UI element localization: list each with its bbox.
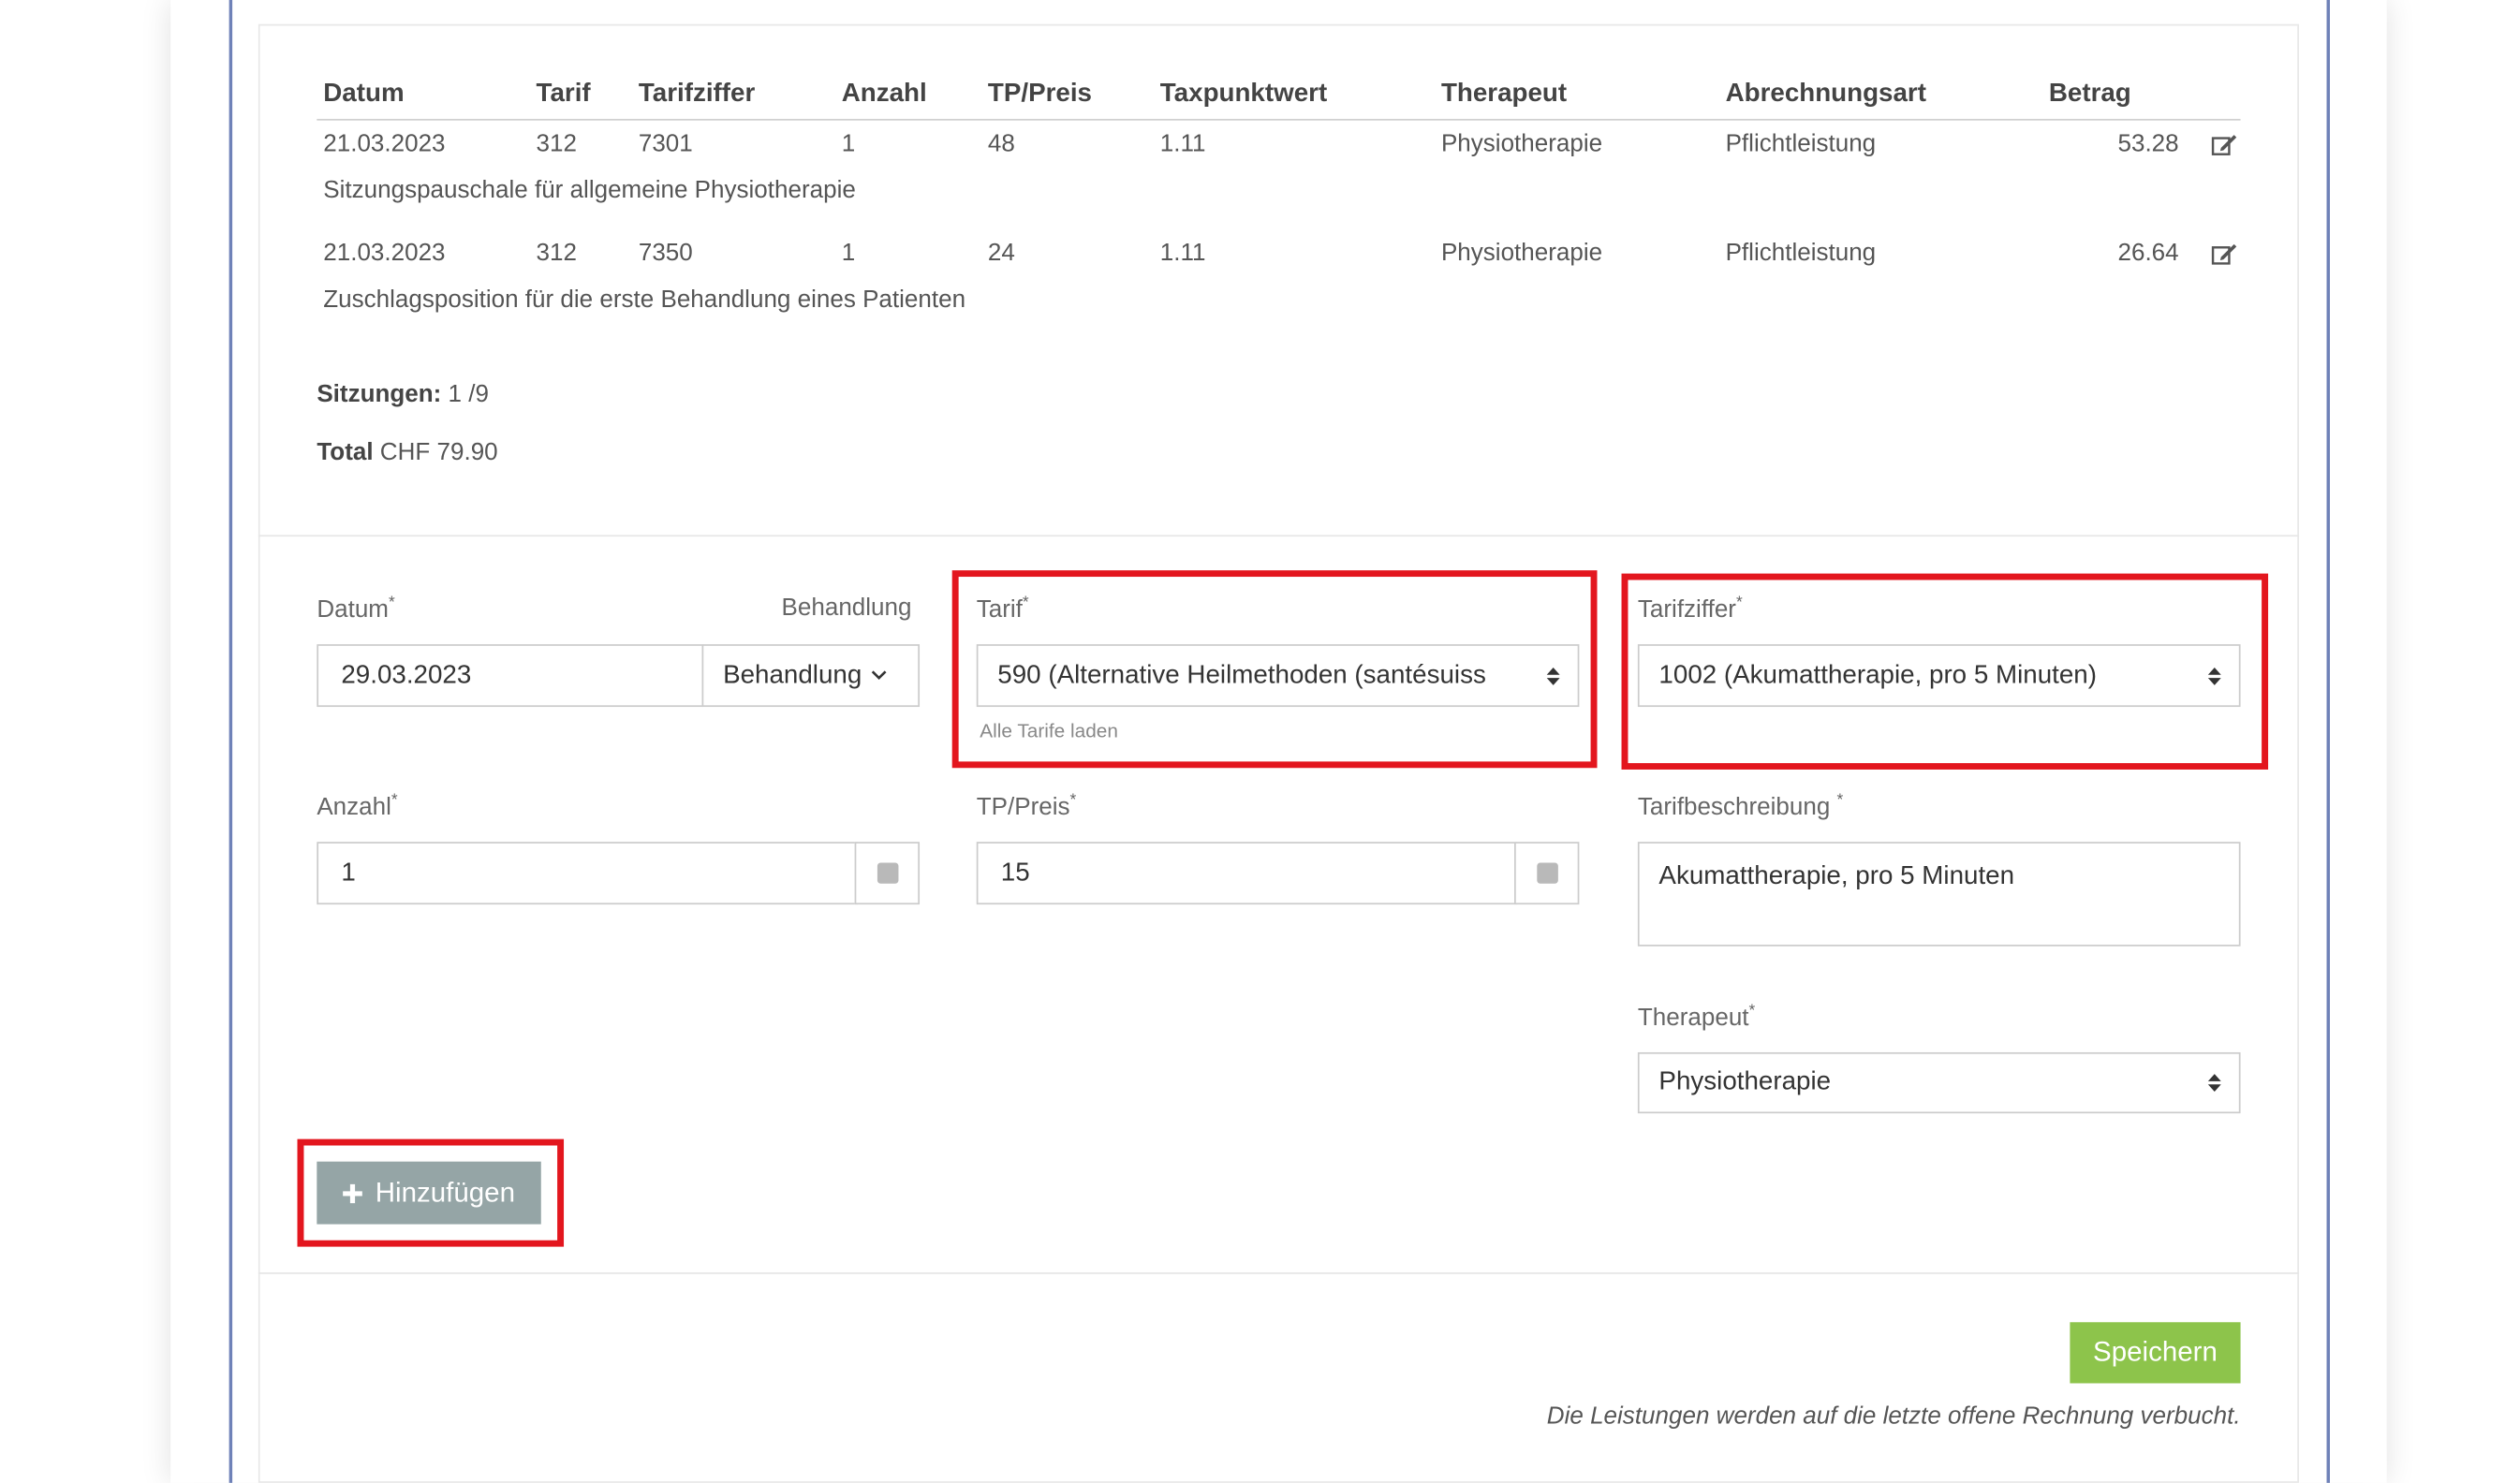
highlight-box-add-button xyxy=(297,1138,565,1247)
cell-taxpunktwert: 1.11 xyxy=(1159,129,1206,158)
cell-tp-preis: 24 xyxy=(987,239,1015,267)
square-icon xyxy=(877,862,898,884)
booking-note: Die Leistungen werden auf die letzte off… xyxy=(1546,1402,2241,1431)
tp-preis-input[interactable]: 15 xyxy=(976,842,1518,905)
cell-abrechnungsart: Pflichtleistung xyxy=(1725,129,1877,158)
datum-label: Datum* xyxy=(317,594,395,624)
screen: Datum Tarif Tarifziffer Anzahl TP/Preis … xyxy=(0,0,2520,1483)
highlight-box-tarifziffer xyxy=(1621,573,2269,770)
select-arrows-icon xyxy=(2207,1074,2221,1093)
therapeut-select[interactable]: Physiotherapie xyxy=(1637,1051,2241,1114)
cell-tarifziffer: 7301 xyxy=(638,129,693,158)
cell-betrag: 26.64 xyxy=(2117,239,2179,267)
tarifbeschreibung-textarea[interactable]: Akumattherapie, pro 5 Minuten xyxy=(1637,842,2241,947)
column-header-taxpunktwert: Taxpunktwert xyxy=(1159,80,1328,108)
cell-beschreibung: Sitzungspauschale für allgemeine Physiot… xyxy=(323,176,856,204)
behandlung-dropdown-label: Behandlung xyxy=(723,661,862,689)
datum-input[interactable]: 29.03.2023 xyxy=(317,644,704,708)
cell-betrag: 53.28 xyxy=(2117,129,2179,158)
cell-tarifziffer: 7350 xyxy=(638,239,693,267)
cell-therapeut: Physiotherapie xyxy=(1440,129,1603,158)
anzahl-label: Anzahl* xyxy=(317,791,398,821)
cell-therapeut: Physiotherapie xyxy=(1440,239,1603,267)
tp-preis-label: TP/Preis* xyxy=(976,791,1077,821)
sessions-label: Sitzungen: xyxy=(317,380,442,408)
cell-datum: 21.03.2023 xyxy=(323,239,446,267)
section-divider xyxy=(258,1272,2300,1274)
cell-taxpunktwert: 1.11 xyxy=(1159,239,1206,267)
frame-border-right xyxy=(2326,0,2330,1483)
therapeut-select-value: Physiotherapie xyxy=(1658,1068,1832,1096)
tp-preis-addon-button[interactable] xyxy=(1514,842,1580,905)
total-summary: Total CHF 79.90 xyxy=(317,438,497,465)
column-header-betrag: Betrag xyxy=(2048,80,2131,108)
save-button[interactable]: Speichern xyxy=(2070,1322,2241,1384)
column-header-therapeut: Therapeut xyxy=(1440,80,1568,108)
highlight-box-tarif xyxy=(951,570,1598,769)
square-icon xyxy=(1536,862,1557,884)
column-header-tarifziffer: Tarifziffer xyxy=(638,80,756,108)
column-header-tp-preis: TP/Preis xyxy=(987,80,1092,108)
behandlung-label: Behandlung xyxy=(781,594,912,623)
cell-tarif: 312 xyxy=(536,239,577,267)
therapeut-label: Therapeut* xyxy=(1637,1002,1756,1032)
section-divider xyxy=(258,535,2300,537)
column-header-tarif: Tarif xyxy=(536,80,591,108)
total-label: Total xyxy=(317,438,374,466)
sessions-value: 1 /9 xyxy=(448,380,489,408)
cell-beschreibung: Zuschlagsposition für die erste Behandlu… xyxy=(323,286,966,314)
cell-anzahl: 1 xyxy=(841,239,856,267)
cell-abrechnungsart: Pflichtleistung xyxy=(1725,239,1877,267)
cell-tp-preis: 48 xyxy=(987,129,1015,158)
table-header-rule xyxy=(317,118,2241,121)
behandlung-dropdown[interactable]: Behandlung xyxy=(701,644,921,708)
anzahl-addon-button[interactable] xyxy=(854,842,921,905)
cell-datum: 21.03.2023 xyxy=(323,129,446,158)
chevron-down-icon xyxy=(872,670,888,680)
tarifbeschreibung-label: Tarifbeschreibung * xyxy=(1637,791,1844,821)
column-header-abrechnungsart: Abrechnungsart xyxy=(1725,80,1926,108)
edit-icon[interactable] xyxy=(2211,133,2237,155)
sessions-summary: Sitzungen: 1 /9 xyxy=(317,381,489,408)
total-value: CHF 79.90 xyxy=(379,438,498,466)
edit-icon[interactable] xyxy=(2211,242,2237,265)
frame-border-left xyxy=(228,0,233,1483)
column-header-anzahl: Anzahl xyxy=(841,80,927,108)
cell-anzahl: 1 xyxy=(841,129,856,158)
column-header-datum: Datum xyxy=(323,80,405,108)
cell-tarif: 312 xyxy=(536,129,577,158)
anzahl-input[interactable]: 1 xyxy=(317,842,859,905)
